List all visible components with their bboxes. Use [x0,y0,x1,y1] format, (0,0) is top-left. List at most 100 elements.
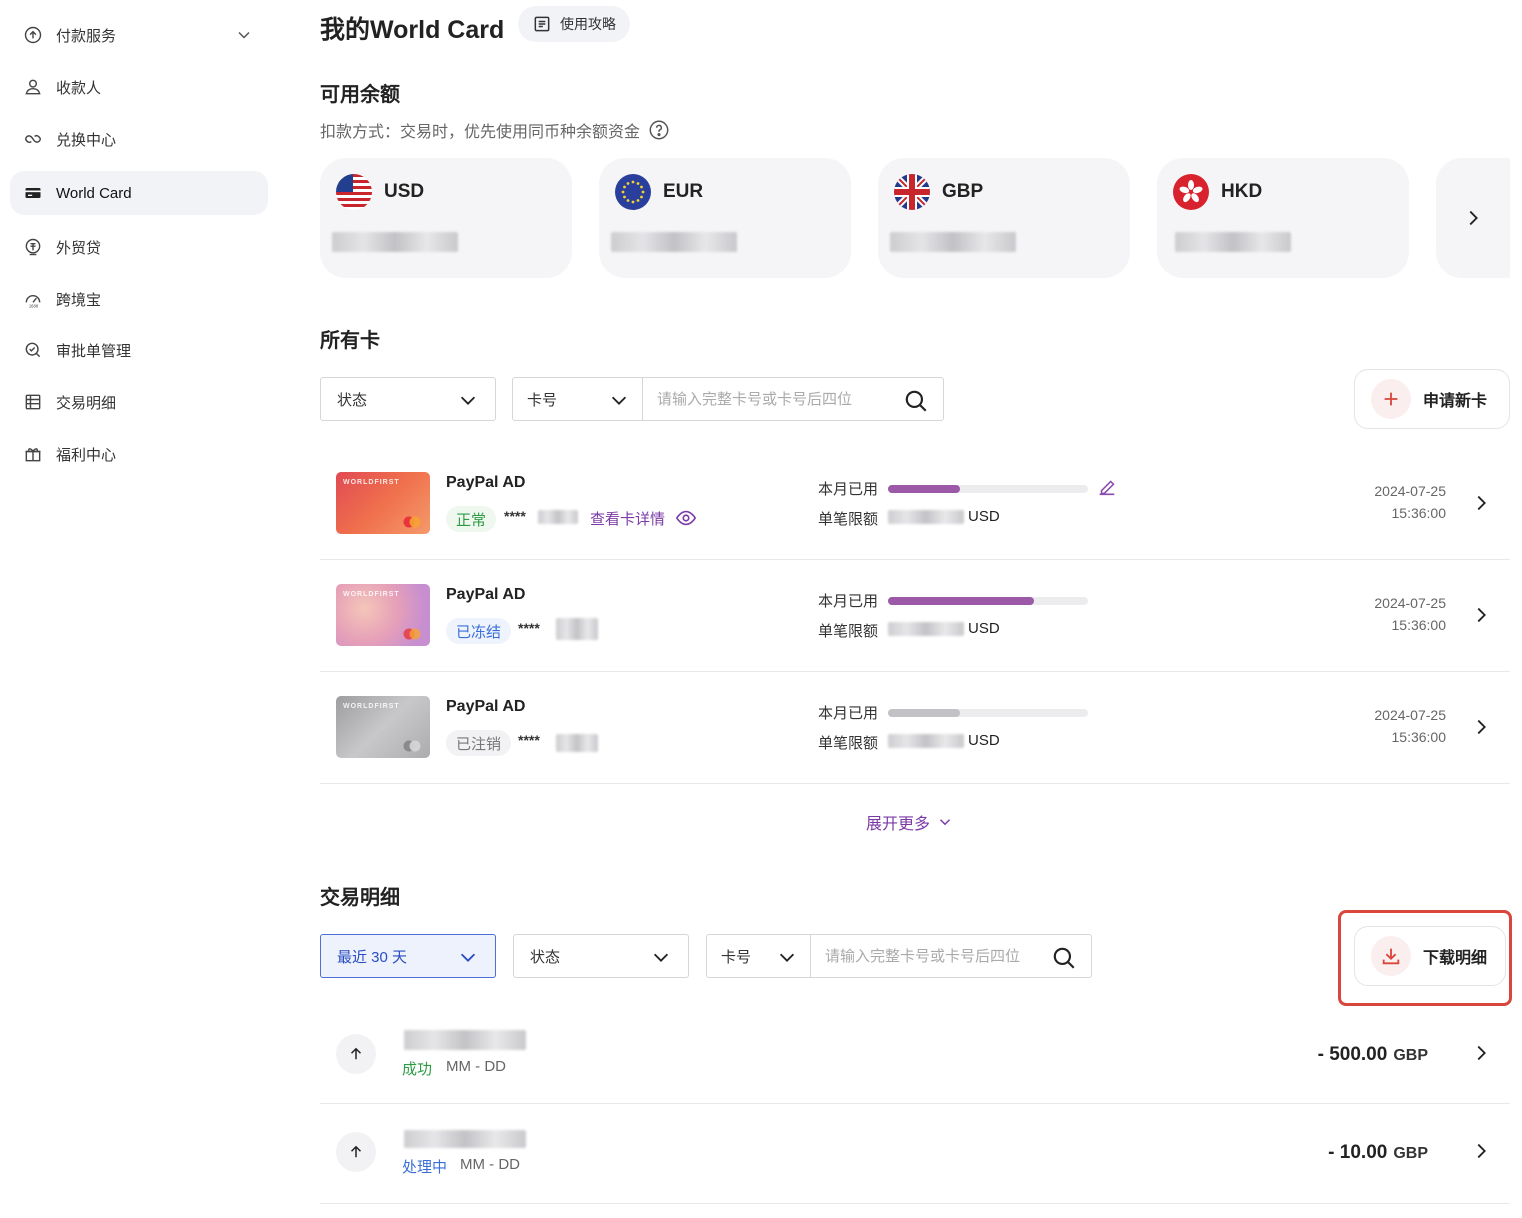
limit-amount-hidden [888,734,964,748]
page-title: 我的World Card [320,16,505,44]
chevron-down-icon[interactable] [234,25,254,45]
expand-more-label: 展开更多 [866,816,931,833]
loan-icon [22,236,44,258]
chevron-down-icon [653,953,669,962]
chevron-right-icon[interactable] [1470,1042,1492,1064]
card-row[interactable]: WORLDFIRST PayPal AD 已冻结 **** 本月已用 单笔限额 … [320,560,1510,672]
svg-text:1688: 1688 [29,303,39,308]
balance-card-usd[interactable]: USD [320,158,572,278]
deduction-note: 扣款方式：交易时，优先使用同币种余额资金 [320,118,670,142]
limit-currency: USD [968,508,1000,525]
period-select[interactable]: 最近 30 天 [320,934,496,978]
transaction-date: MM - DD [460,1156,520,1173]
card-brand-text: WORLDFIRST [343,479,400,486]
download-details-button[interactable]: 下载明细 [1354,926,1506,986]
transaction-row[interactable]: 处理中 MM - DD - 10.00 GBP [320,1104,1510,1204]
limit-currency: USD [968,620,1000,637]
card-row[interactable]: WORLDFIRST PayPal AD 正常 **** 查看卡详情 本月已用 … [320,448,1510,560]
card-brand-text: WORLDFIRST [343,703,400,710]
card-name: PayPal AD [446,586,526,603]
monthly-usage-bar [888,709,1088,717]
main-content: 我的World Card 使用攻略 可用余额 扣款方式：交易时，优先使用同币种余… [320,0,1510,1218]
card-number-select-label: 卡号 [527,391,558,409]
monthly-usage-bar [888,597,1088,605]
card-image: WORLDFIRST [336,584,430,646]
tx-status-select[interactable]: 状态 [513,934,689,978]
search-icon[interactable] [1051,945,1077,971]
chevron-right-icon[interactable] [1470,716,1492,738]
sidebar-item-label: 审批单管理 [56,342,132,360]
limit-amount-hidden [888,510,964,524]
tx-card-number-select[interactable]: 卡号 [707,935,811,977]
card-timestamp: 2024-07-25 15:36:00 [1374,592,1446,636]
card-brand-text: WORLDFIRST [343,591,400,598]
card-number-select[interactable]: 卡号 [513,378,643,420]
card-time: 15:36:00 [1391,617,1447,633]
card-search-input[interactable] [643,378,883,420]
eye-icon [675,510,697,526]
balance-amount-masked [890,232,1016,252]
card-number-hidden [538,510,578,524]
sidebar-item-label: 收款人 [56,79,102,97]
monthly-usage-bar [888,485,1088,493]
monthly-used-label: 本月已用 [818,593,879,610]
card-number-masked: **** [518,620,540,636]
chevron-right-icon[interactable] [1470,492,1492,514]
sidebar-item-cross-border[interactable]: 1688 跨境宝 [10,277,268,321]
card-image: WORLDFIRST [336,472,430,534]
card-row[interactable]: WORLDFIRST PayPal AD 已注销 **** 本月已用 单笔限额 … [320,672,1510,784]
card-name: PayPal AD [446,474,526,491]
us-flag-icon [336,174,372,210]
plus-icon [1371,379,1411,419]
card-time: 15:36:00 [1391,505,1447,521]
sidebar-item-world-card[interactable]: World Card [10,171,268,215]
status-badge: 已注销 [446,730,512,756]
monthly-used-label: 本月已用 [818,481,879,498]
cards-title: 所有卡 [320,330,380,352]
sidebar-item-benefits[interactable]: 福利中心 [10,432,268,476]
help-icon[interactable] [648,119,670,141]
balance-card-gbp[interactable]: GBP [878,158,1130,278]
tx-search-input[interactable] [811,935,1041,977]
sidebar-item-exchange[interactable]: 兑换中心 [10,117,268,161]
edit-icon[interactable] [1096,476,1118,498]
chevron-right-icon [1469,210,1478,226]
sidebar: 付款服务 收款人 兑换中心 World Card 外贸贷 1688 跨境宝 审批… [0,0,280,1218]
tx-status-label: 状态 [530,948,561,966]
sidebar-item-trade-loan[interactable]: 外贸贷 [10,225,268,269]
chevron-right-icon[interactable] [1470,1140,1492,1162]
status-badge: 正常 [446,506,497,532]
limit-amount-hidden [888,622,964,636]
document-icon [534,16,550,32]
transaction-amount: - 500.00 GBP [1318,1044,1428,1066]
card-status-select[interactable]: 状态 [320,377,496,421]
sidebar-item-label: 付款服务 [56,27,117,45]
balance-card-hkd[interactable]: HKD [1157,158,1409,278]
card-number-masked: **** [518,732,540,748]
usage-bar-fill [888,485,960,493]
mastercard-logo-icon [403,628,421,640]
list-icon [22,391,44,413]
expand-more-link[interactable]: 展开更多 [866,810,954,834]
card-number-hidden [556,734,598,752]
mastercard-logo-icon [403,740,421,752]
guide-button[interactable]: 使用攻略 [518,6,630,42]
sidebar-item-label: World Card [56,184,132,202]
sidebar-item-transactions[interactable]: 交易明细 [10,380,268,424]
amount-currency: GBP [1393,1047,1428,1064]
usage-bar-fill [888,709,960,717]
sidebar-item-payee[interactable]: 收款人 [10,65,268,109]
search-icon[interactable] [903,388,929,414]
balance-next-button[interactable] [1436,158,1510,278]
balance-card-eur[interactable]: EUR [599,158,851,278]
chevron-right-icon[interactable] [1470,604,1492,626]
monthly-used-label: 本月已用 [818,705,879,722]
view-card-details-link[interactable]: 查看卡详情 [590,507,697,529]
sidebar-item-approval[interactable]: 审批单管理 [10,328,268,372]
card-status-label: 状态 [337,391,368,409]
transaction-row[interactable]: 成功 MM - DD - 500.00 GBP [320,1004,1510,1104]
apply-new-card-button[interactable]: 申请新卡 [1354,369,1510,429]
sidebar-item-label: 福利中心 [56,446,117,464]
sidebar-item-payment-service[interactable]: 付款服务 [10,13,268,57]
usage-bar-fill [888,597,1034,605]
